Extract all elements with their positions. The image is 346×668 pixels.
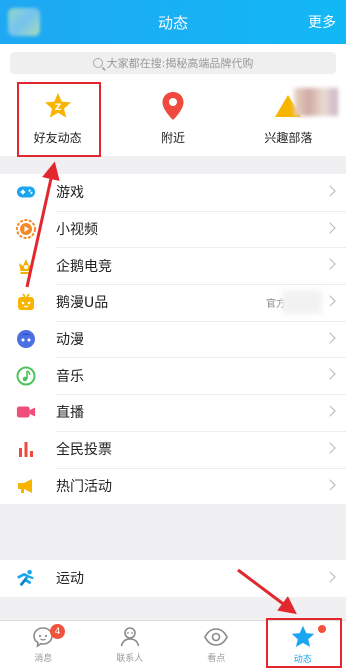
sport-list: 运动 [0,560,346,597]
list-item-events[interactable]: 热门活动 [0,467,346,505]
quick-item-label: 兴趣部落 [264,130,313,145]
list-item-label: 音乐 [56,368,84,385]
highlight-box-friend-feed [17,82,101,157]
user-avatar[interactable] [8,8,40,36]
quick-item-nearby[interactable]: 附近 [115,80,230,156]
chevron-right-icon [324,295,336,307]
list-item-label: 运动 [56,571,84,588]
list-item-label: 鹅漫U品 [56,295,109,312]
tab-label: 消息 [34,654,53,664]
music-note-icon [16,366,36,386]
list-item-live[interactable]: 直播 [0,394,346,431]
list-item-label: 直播 [56,405,84,422]
eye-icon [204,628,229,646]
megaphone-icon [16,476,36,496]
tv-toy-icon [16,292,36,312]
list-item-label: 热门活动 [56,478,112,495]
gamepad-icon [16,182,36,202]
runner-icon [16,568,36,588]
list-item-label: 游戏 [56,185,84,202]
tab-label: 看点 [207,654,226,664]
highlight-box-feed-tab [266,618,342,668]
list-item-sport[interactable]: 运动 [0,560,346,597]
list-item-label: 动漫 [56,332,84,349]
list-item-vote[interactable]: 全民投票 [0,430,346,468]
list-item-music[interactable]: 音乐 [0,357,346,394]
list-item-short-video[interactable]: 小视频 [0,210,346,248]
blurred-thumbnail [294,88,338,116]
search-input[interactable]: 大家都在搜:揭秘高端品牌代购 [10,52,336,74]
search-area: 大家都在搜:揭秘高端品牌代购 [0,44,346,80]
tab-discover[interactable]: 看点 [173,621,260,668]
quick-item-label: 附近 [160,130,185,145]
list-item-anime[interactable]: 动漫 [0,320,346,358]
tab-label: 联系人 [116,654,144,664]
esports-crown-icon [16,256,36,276]
tab-messages[interactable]: 消息 4 [0,621,87,668]
top-header: 动态 更多 [0,0,346,44]
blurred-region [282,290,322,315]
contacts-icon [120,627,140,647]
list-item-label: 全民投票 [56,442,112,459]
unread-badge: 4 [50,624,65,639]
tab-contacts[interactable]: 联系人 [87,621,174,668]
list-item-goods[interactable]: 鹅漫U品 官方正版 [0,284,346,321]
page-title: 动态 [157,13,188,32]
camera-icon [16,402,36,422]
list-item-label: 小视频 [56,222,98,239]
search-placeholder: 大家都在搜:揭秘高端品牌代购 [106,57,254,70]
bar-chart-icon [16,439,36,459]
feature-list: 游戏 小视频 企鹅电竞 鹅漫U品 官方正版 动漫 音乐 [0,174,346,505]
location-pin-icon [158,91,188,121]
more-button[interactable]: 更多 [308,12,336,32]
search-icon [92,58,103,68]
anime-face-icon [16,329,36,349]
video-play-icon [16,219,36,240]
list-item-game[interactable]: 游戏 [0,174,346,211]
list-item-label: 企鹅电竞 [56,258,112,275]
list-item-esports[interactable]: 企鹅电竞 [0,247,346,284]
